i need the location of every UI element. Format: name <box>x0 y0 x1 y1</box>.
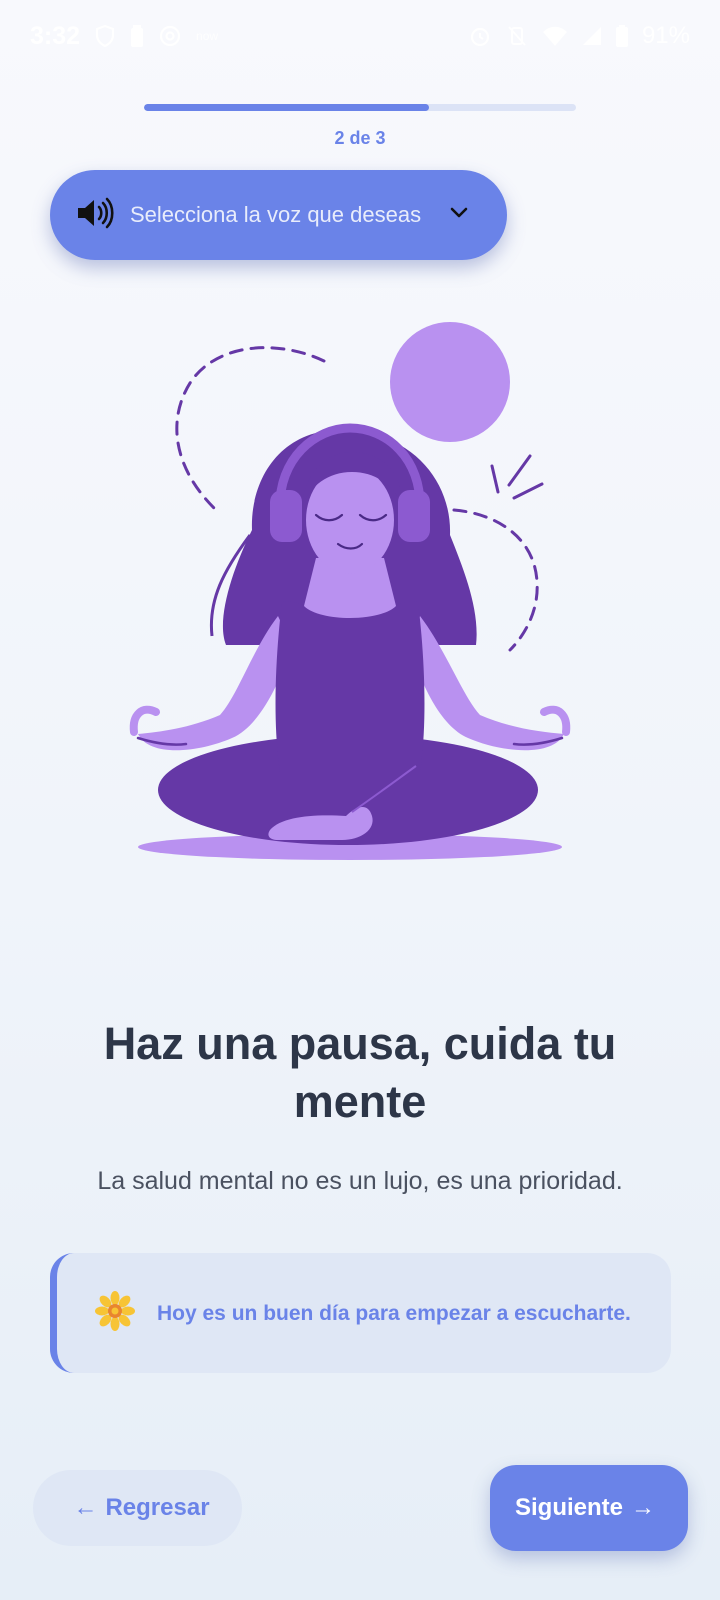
wifi-icon <box>542 25 568 47</box>
page-subtitle: La salud mental no es un lujo, es una pr… <box>97 1167 623 1195</box>
back-button-label: Regresar <box>105 1494 210 1521</box>
status-bar: 3:32 now 91% <box>0 0 720 72</box>
signal-icon <box>582 26 602 46</box>
status-left: 3:32 now <box>30 22 218 51</box>
page-title: Haz una pausa, cuida tu mente <box>103 1018 617 1127</box>
alarm-icon <box>468 24 492 48</box>
battery-saver-icon <box>130 24 144 48</box>
tip-text: Hoy es un buen día para empezar a escuch… <box>157 1301 631 1325</box>
battery-percent: 91% <box>641 22 690 49</box>
voice-select-label: Selecciona la voz que deseas <box>130 202 422 227</box>
right-arm <box>410 616 564 751</box>
arrow-right-icon: → <box>631 1494 655 1521</box>
arrow-left-icon: ← <box>73 1494 98 1521</box>
progress-bar <box>144 104 576 111</box>
status-time: 3:32 <box>30 21 81 50</box>
voice-select-dropdown[interactable]: Selecciona la voz que deseas <box>50 170 507 260</box>
headphones-left-cup <box>270 490 302 542</box>
battery-icon <box>615 25 628 47</box>
back-button[interactable]: ← Regresar <box>33 1470 242 1546</box>
chevron-down-icon <box>449 206 481 225</box>
next-button[interactable]: Siguiente → <box>490 1465 688 1551</box>
progress-fill <box>144 104 430 111</box>
flower-icon <box>95 1290 135 1336</box>
notification-text: now <box>196 29 219 43</box>
sun-circle <box>390 322 510 442</box>
at-icon <box>158 24 182 48</box>
headphones-right-cup <box>398 490 430 542</box>
step-indicator: 2 de 3 <box>334 128 386 148</box>
speaker-icon <box>76 197 114 234</box>
shield-icon <box>94 24 116 48</box>
status-right: 91% <box>468 22 690 50</box>
next-button-label: Siguiente <box>514 1494 623 1521</box>
meditation-illustration <box>120 320 600 880</box>
left-arm <box>138 616 292 751</box>
tip-card: Hoy es un buen día para empezar a escuch… <box>50 1253 671 1373</box>
torso <box>275 601 425 772</box>
vibrate-icon <box>506 24 528 48</box>
